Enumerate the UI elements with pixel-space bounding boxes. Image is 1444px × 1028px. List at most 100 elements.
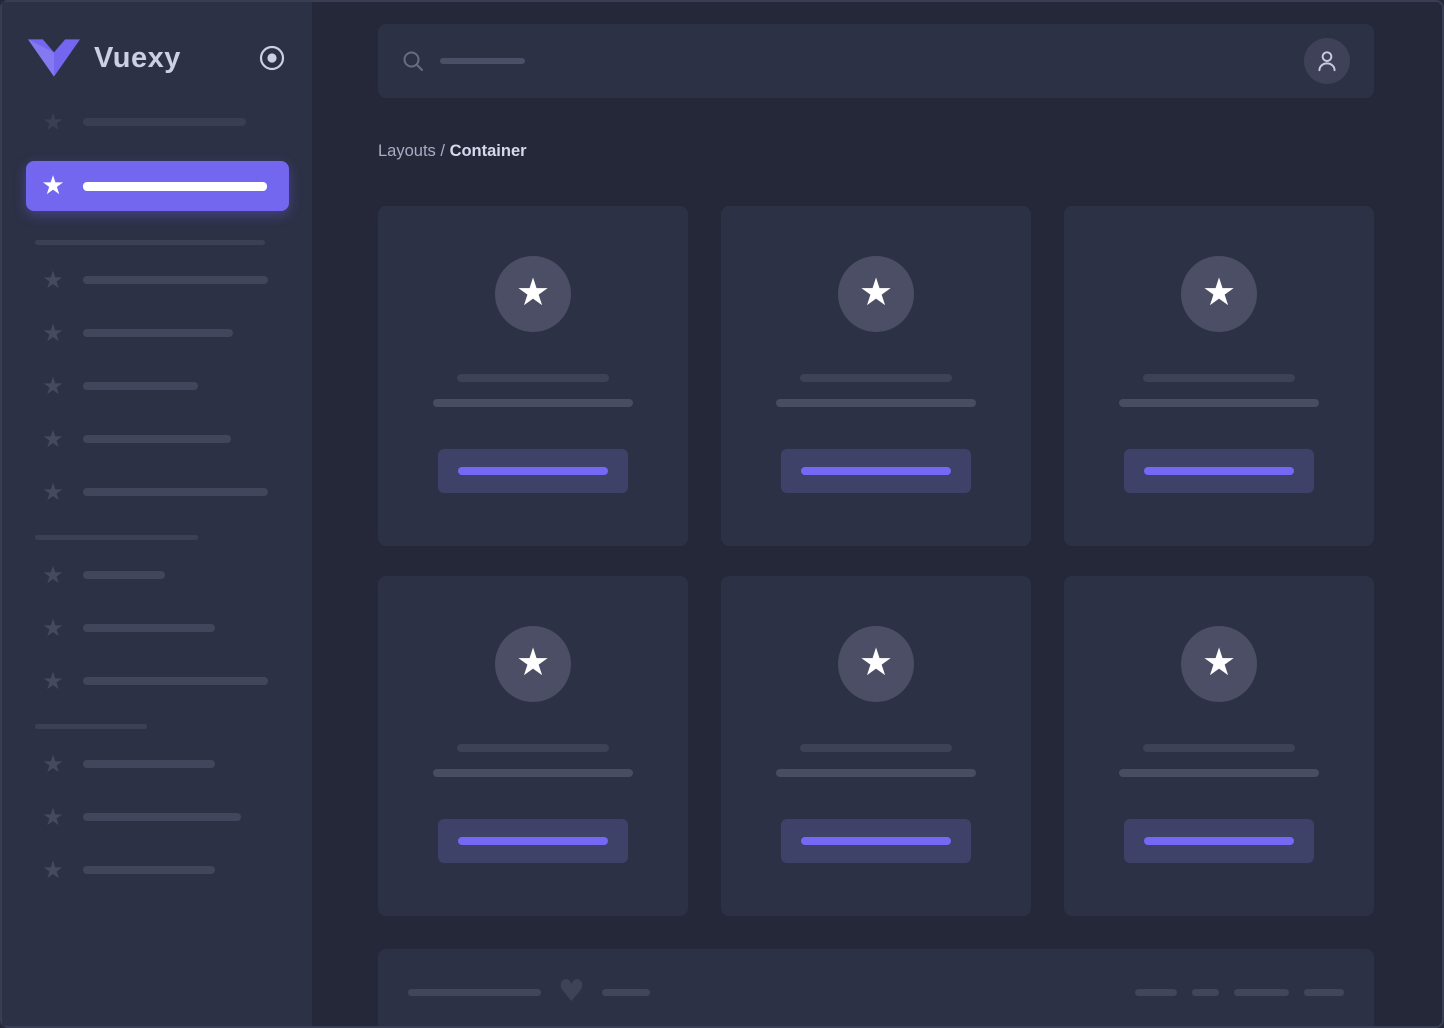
card-title-skeleton	[457, 744, 609, 752]
card-title-skeleton	[1143, 744, 1295, 752]
sidebar-item[interactable]: ★	[2, 372, 312, 400]
sidebar-item[interactable]: ★	[2, 667, 312, 695]
breadcrumb-layouts[interactable]: Layouts	[378, 142, 436, 160]
star-icon: ★	[42, 372, 64, 400]
card-button-label-skeleton	[801, 467, 951, 475]
placeholder-card: ★	[378, 576, 688, 916]
sidebar-item-label-skeleton	[83, 329, 233, 337]
sidebar-item-label-skeleton	[83, 488, 268, 496]
card-avatar: ★	[495, 256, 571, 332]
footer-text-skeleton	[408, 988, 541, 996]
card-avatar: ★	[1181, 256, 1257, 332]
card-button-label-skeleton	[458, 837, 608, 845]
star-icon: ★	[515, 270, 551, 314]
star-icon: ★	[1201, 640, 1237, 684]
placeholder-card: ★	[721, 206, 1031, 546]
star-icon: ★	[42, 803, 64, 831]
sidebar-item[interactable]: ★	[2, 614, 312, 642]
sidebar-item-label-skeleton	[83, 624, 215, 632]
heart-icon[interactable]: ♥	[558, 977, 585, 1007]
star-icon: ★	[42, 667, 64, 695]
star-icon: ★	[41, 171, 65, 201]
star-icon: ★	[858, 640, 894, 684]
card-subtitle-skeleton	[776, 399, 976, 407]
sidebar-item-label-skeleton	[83, 813, 241, 821]
card-avatar: ★	[838, 256, 914, 332]
sidebar-section: ★ ★ ★ ★ ★	[2, 240, 312, 506]
star-icon: ★	[42, 319, 64, 347]
card-subtitle-skeleton	[1119, 399, 1319, 407]
card-grid: ★ ★ ★ ★ ★ ★	[378, 206, 1374, 916]
sidebar-item-label-skeleton	[83, 571, 165, 579]
footer-links	[1135, 988, 1344, 996]
card-button-label-skeleton	[801, 837, 951, 845]
search-input[interactable]	[402, 50, 1304, 72]
sidebar-section-header-skeleton	[35, 535, 198, 540]
sidebar-item[interactable]: ★	[2, 425, 312, 453]
card-button[interactable]	[1124, 819, 1314, 863]
star-icon: ★	[1201, 270, 1237, 314]
sidebar-item-label-skeleton	[83, 181, 267, 191]
footer-link-skeleton	[1192, 988, 1219, 996]
placeholder-card: ★	[721, 576, 1031, 916]
card-button[interactable]	[1124, 449, 1314, 493]
star-icon: ★	[858, 270, 894, 314]
card-subtitle-skeleton	[1119, 769, 1319, 777]
footer-link-skeleton	[1234, 988, 1289, 996]
sidebar-item-label-skeleton	[83, 118, 246, 126]
card-subtitle-skeleton	[433, 769, 633, 777]
card-title-skeleton	[800, 744, 952, 752]
user-icon	[1318, 51, 1336, 72]
radio-circle-icon[interactable]	[258, 44, 286, 72]
sidebar-item[interactable]: ★	[2, 266, 312, 294]
footer-card: ♥	[378, 949, 1374, 1026]
sidebar-item-label-skeleton	[83, 760, 215, 768]
search-placeholder-skeleton	[440, 58, 525, 64]
card-button[interactable]	[438, 449, 628, 493]
vuexy-logo-icon	[28, 39, 80, 77]
card-button-label-skeleton	[1144, 467, 1294, 475]
sidebar-item-label-skeleton	[83, 382, 198, 390]
sidebar-nav: ★ ★ ★ ★ ★ ★ ★ ★ ★ ★ ★ ★ ★	[2, 108, 312, 884]
card-button-label-skeleton	[458, 467, 608, 475]
card-title-skeleton	[1143, 374, 1295, 382]
card-button-label-skeleton	[1144, 837, 1294, 845]
card-button[interactable]	[781, 449, 971, 493]
sidebar: Vuexy ★ ★ ★ ★ ★ ★ ★ ★ ★ ★ ★ ★ ★	[2, 2, 312, 1026]
sidebar-item[interactable]: ★	[2, 803, 312, 831]
star-icon: ★	[42, 856, 64, 884]
breadcrumb-current: Container	[449, 142, 527, 160]
star-icon: ★	[42, 425, 64, 453]
brand-title: Vuexy	[94, 41, 181, 74]
sidebar-item[interactable]: ★	[2, 856, 312, 884]
sidebar-item-active[interactable]: ★	[26, 161, 289, 211]
breadcrumb: Layouts / Container	[378, 142, 1374, 164]
sidebar-item-label-skeleton	[83, 677, 268, 685]
star-icon: ★	[515, 640, 551, 684]
sidebar-item-label-skeleton	[83, 276, 268, 284]
card-button[interactable]	[781, 819, 971, 863]
placeholder-card: ★	[1064, 206, 1374, 546]
breadcrumb-separator: /	[435, 142, 450, 160]
card-subtitle-skeleton	[433, 399, 633, 407]
star-icon: ★	[42, 561, 64, 589]
card-subtitle-skeleton	[776, 769, 976, 777]
avatar[interactable]	[1304, 38, 1350, 84]
sidebar-item[interactable]: ★	[2, 478, 312, 506]
star-icon: ★	[42, 108, 64, 136]
sidebar-item-label-skeleton	[83, 866, 215, 874]
search-icon	[403, 51, 423, 71]
sidebar-item[interactable]: ★	[2, 750, 312, 778]
footer-row: ♥	[408, 977, 1344, 1007]
card-avatar: ★	[838, 626, 914, 702]
sidebar-item[interactable]: ★	[2, 108, 312, 136]
placeholder-card: ★	[378, 206, 688, 546]
topbar	[378, 24, 1374, 98]
footer-link-skeleton	[1135, 988, 1177, 996]
sidebar-item[interactable]: ★	[2, 319, 312, 347]
card-avatar: ★	[495, 626, 571, 702]
sidebar-item[interactable]: ★	[2, 561, 312, 589]
sidebar-section-header-skeleton	[35, 240, 265, 245]
card-button[interactable]	[438, 819, 628, 863]
logo-row: Vuexy	[2, 32, 312, 84]
